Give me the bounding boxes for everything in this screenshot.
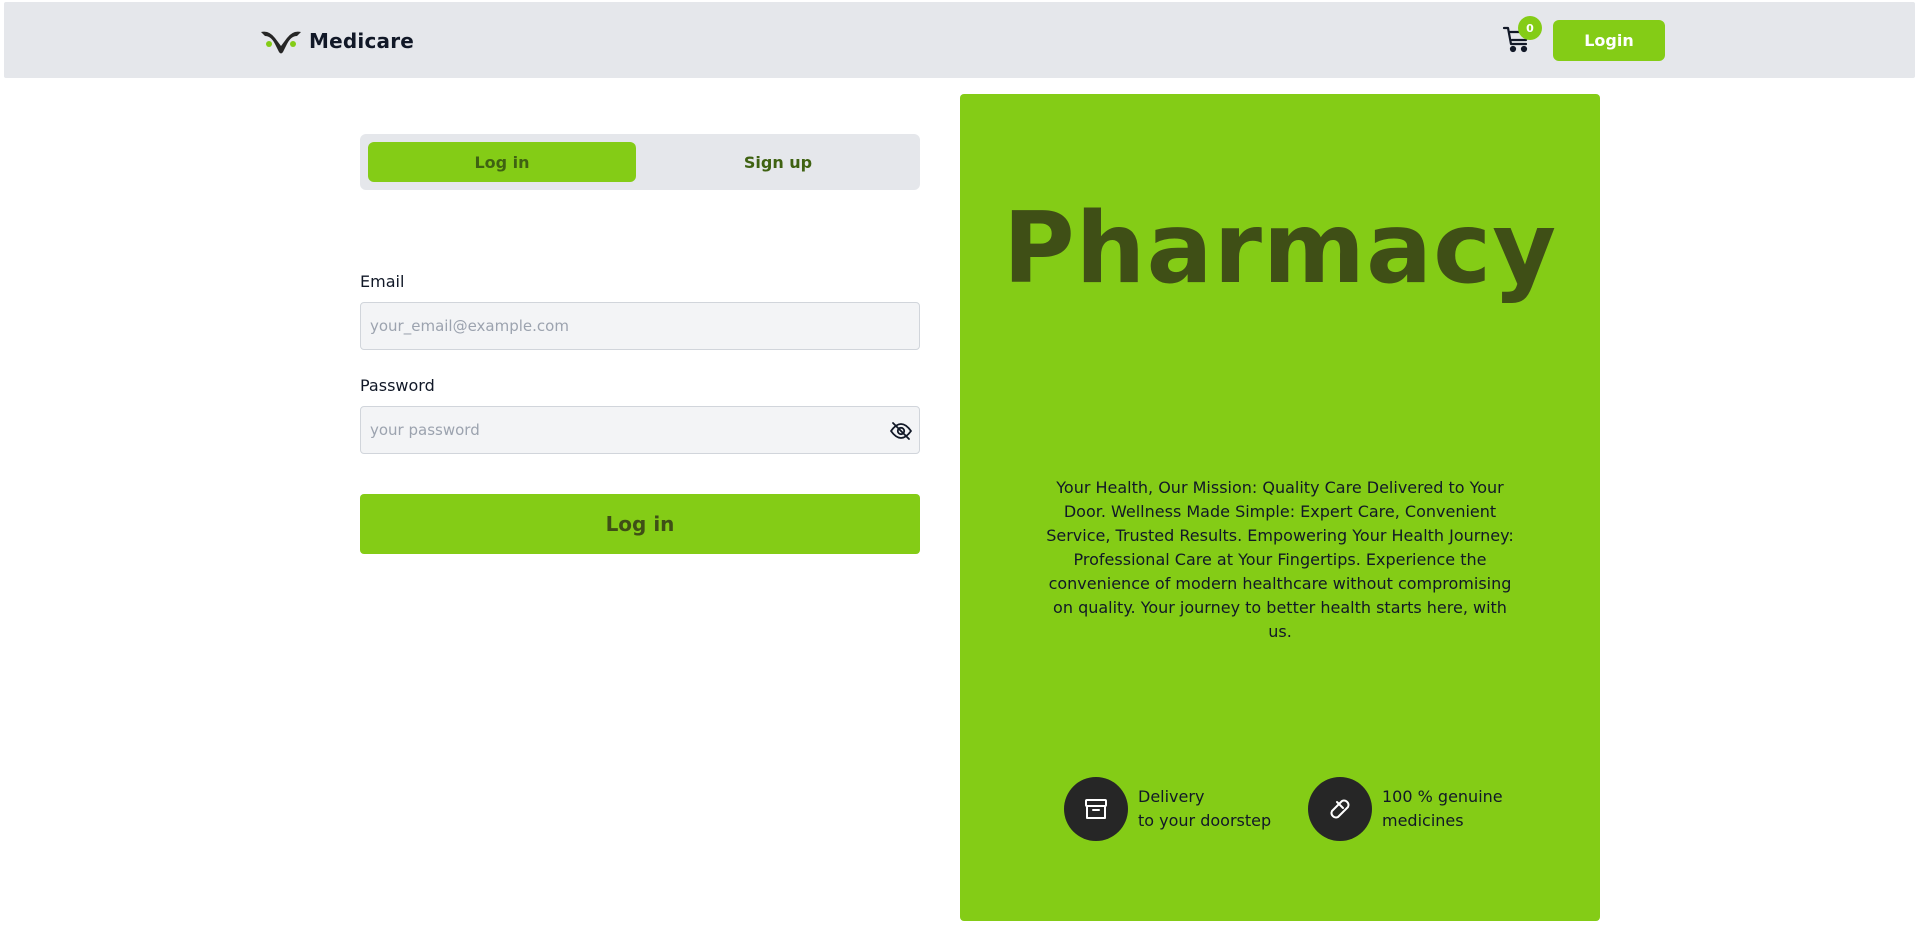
email-input[interactable] <box>361 303 919 349</box>
tab-signup[interactable]: Sign up <box>644 142 912 182</box>
feature-line: Delivery <box>1138 787 1205 806</box>
medicare-logo-icon <box>261 31 301 54</box>
login-button[interactable]: Login <box>1553 20 1665 61</box>
cart-count-badge: 0 <box>1518 16 1542 40</box>
password-input[interactable] <box>361 407 919 453</box>
auth-tabs: Log in Sign up <box>360 134 920 190</box>
archive-box-icon <box>1085 799 1107 819</box>
promo-title: Pharmacy <box>1002 192 1558 306</box>
feature-line: medicines <box>1382 811 1464 830</box>
login-submit-button[interactable]: Log in <box>360 494 920 554</box>
email-label: Email <box>360 272 405 291</box>
tab-login[interactable]: Log in <box>368 142 636 182</box>
top-navbar: Medicare 0 Login <box>4 2 1915 78</box>
feature-line: 100 % genuine <box>1382 787 1503 806</box>
feature-genuine: 100 % genuine medicines <box>1308 777 1503 841</box>
feature-line: to your doorstep <box>1138 811 1272 830</box>
password-field-wrapper <box>360 406 920 454</box>
promo-description: Your Health, Our Mission: Quality Care D… <box>1046 478 1514 641</box>
email-field-wrapper <box>360 302 920 350</box>
feature-text: Delivery to your doorstep <box>1138 785 1271 833</box>
brand-name: Medicare <box>309 29 415 53</box>
feature-text: 100 % genuine medicines <box>1382 785 1503 833</box>
feature-icon-circle <box>1308 777 1372 841</box>
promo-panel: Pharmacy Your Health, Our Mission: Quali… <box>960 94 1600 921</box>
eye-off-icon[interactable] <box>889 419 913 443</box>
cart-button[interactable]: 0 <box>1502 16 1542 56</box>
brand[interactable]: Medicare <box>259 26 414 56</box>
feature-icon-circle <box>1064 777 1128 841</box>
feature-delivery: Delivery to your doorstep <box>1064 777 1271 841</box>
password-label: Password <box>360 376 435 395</box>
pill-icon <box>1330 799 1350 819</box>
